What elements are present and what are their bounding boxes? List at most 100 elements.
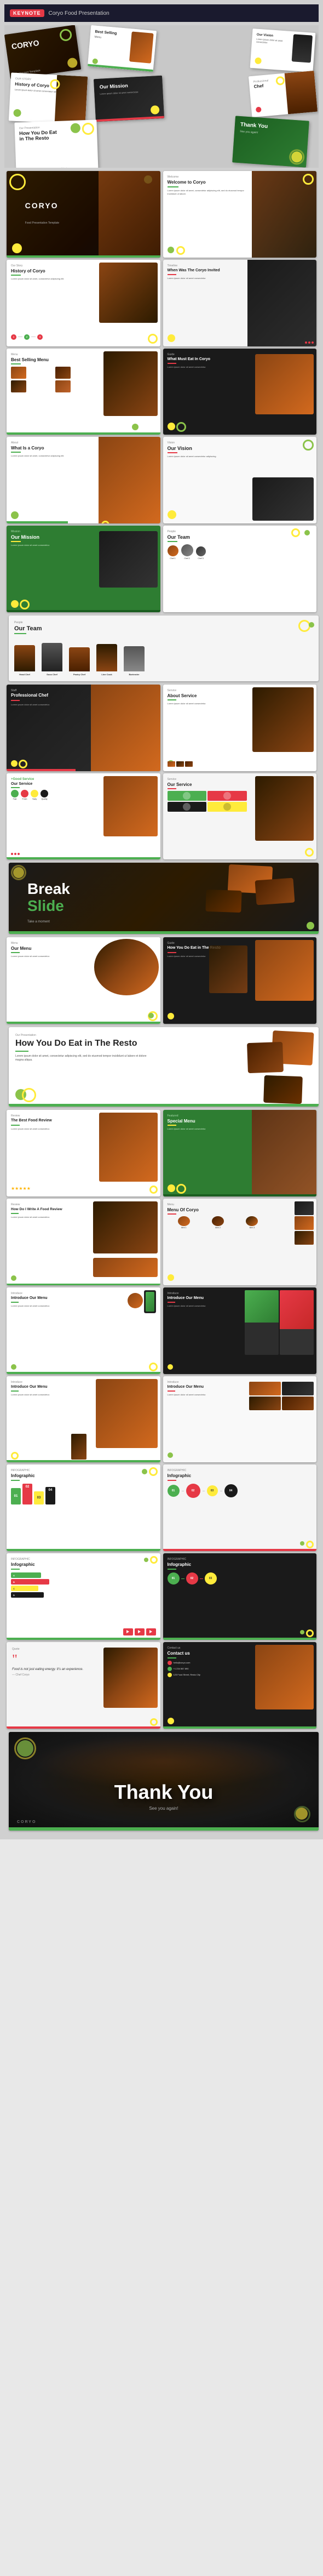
welcome-body: Lorem ipsum dolor sit amet, consectetur …	[168, 189, 247, 195]
keynote-badge: KEYNOTE	[10, 9, 44, 17]
what-eat-body: Lorem ipsum dolor sit amet consectetur.	[168, 366, 247, 369]
intro-menu-1-body: Lorem ipsum dolor sit amet consectetur.	[11, 1304, 90, 1308]
vision-title: Our Vision	[168, 446, 313, 451]
what-eat-title: What Must Eat In Coryo	[168, 357, 247, 362]
slide-our-menu: Menu Our Menu Lorem ipsum dolor sit amet…	[7, 937, 160, 1024]
vision-body: Lorem ipsum dolor sit amet consectetur a…	[168, 455, 255, 458]
break-slide-wrapper: BreakSlide Take a moment	[4, 860, 319, 936]
food-review-2-title: How Do I Write A Food Review	[11, 1207, 83, 1212]
team1-label: People	[168, 530, 313, 533]
app-title: Coryo Food Presentation	[49, 10, 109, 16]
our-menu-body: Lorem ipsum dolor sit amet consectetur.	[11, 955, 90, 958]
slide-history: Our Story History of Coryo Lorem ipsum d…	[7, 260, 160, 346]
infographic-1-title: Infographic	[11, 1473, 156, 1478]
slide-welcome: Welcome Welcome to Coryo Lorem ipsum dol…	[163, 171, 317, 258]
intro-menu-3-body: Lorem ipsum dolor sit amet consectetur.	[11, 1393, 90, 1397]
slide-infographic-1: Infographic Infographic 01 02 03 04	[7, 1464, 160, 1551]
how-wide-title: How You Do Eat in The Resto	[15, 1039, 149, 1048]
scattered-area: CORYO Restaurant Template Best Selling M…	[4, 25, 319, 168]
slide-about-service: Service About Service Lorem ipsum dolor …	[163, 685, 317, 771]
whatis-body: Lorem ipsum dolor sit amet, consectetur …	[11, 454, 90, 458]
thankyou-title: Thank You	[114, 1781, 214, 1804]
team2-label: People	[14, 621, 313, 624]
slide-row-12: Review The Best Food Review Lorem ipsum …	[4, 1109, 319, 1198]
scatter-slide-7: Our Presentation How You Do Eatin The Re…	[14, 119, 98, 168]
cover-tagline: Food Presentation Template	[25, 221, 59, 225]
vision-label: Vision	[168, 441, 313, 444]
best-food-title: The Best Food Review	[11, 1119, 98, 1123]
slide-row-3: Menu Best Selling Menu Guide What Must E…	[4, 347, 319, 436]
team1-title: Our Team	[168, 534, 313, 540]
slide-quote: Quote " Food is not just eating energy. …	[7, 1642, 160, 1729]
history-body: Lorem ipsum dolor sit amet, consectetur …	[11, 277, 98, 281]
contact-email: hello@coryo.com	[174, 1661, 191, 1664]
slide-best-food-review: Review The Best Food Review Lorem ipsum …	[7, 1110, 160, 1196]
slide-row-8: +Good Service Our Service Fast Fresh	[4, 772, 319, 861]
mission-body: Lorem ipsum dolor sit amet consectetur.	[11, 544, 98, 547]
intro-menu-2-body: Lorem ipsum dolor sit amet consectetur.	[168, 1304, 247, 1308]
prof-chef-body: Lorem ipsum dolor sit amet consectetur.	[11, 703, 50, 706]
slide-our-team-2: People Our Team Head Chef	[9, 615, 319, 681]
special-menu-body: Lorem ipsum dolor sit amet consectetur.	[168, 1127, 247, 1131]
slide-contact: Contact us Contact us hello@coryo.com +1…	[163, 1642, 317, 1729]
slide-infographic-4: Infographic Infographic 01 02 03	[163, 1553, 317, 1640]
infographic-4-title: Infographic	[168, 1562, 313, 1567]
how-wide-body: Lorem ipsum dolor sit amet, consectetur …	[15, 1055, 149, 1063]
infographic-3-title: Infographic	[11, 1562, 156, 1567]
infographic-2-label: Infographic	[168, 1469, 313, 1472]
slide-our-service: Service Our Service	[163, 773, 317, 860]
contact-phone: +1 234 567 890	[174, 1667, 189, 1670]
prof-chef-label: Staff	[11, 689, 16, 692]
slide-introduce-menu-2: Introduce Introduce Our Menu Lorem ipsum…	[163, 1287, 317, 1374]
slide-best-selling: Menu Best Selling Menu	[7, 349, 160, 435]
when-title: When Was The Coryo Invited	[168, 269, 240, 273]
intro-menu-4-body: Lorem ipsum dolor sit amet consectetur.	[168, 1393, 247, 1397]
menu-coryo-title: Menu Of Coryo	[168, 1207, 313, 1212]
break-subtitle: Take a moment	[27, 920, 50, 924]
slide-row-1: CORYO Food Presentation Template Welcome…	[4, 170, 319, 259]
slide-mission: Mission Our Mission Lorem ipsum dolor si…	[7, 526, 160, 612]
slide-infographic-2: Infographic Infographic 01 02 03 04	[163, 1464, 317, 1551]
page-wrapper: KEYNOTE Coryo Food Presentation CORYO Re…	[0, 0, 323, 1839]
slide-how-to-eat-wide: Our Presentation How You Do Eat in The R…	[9, 1027, 319, 1107]
team2-title: Our Team	[14, 625, 313, 632]
slide-row-16: Infographic Infographic 01 02 03 04	[4, 1463, 319, 1552]
slide-our-vision: Vision Our Vision Lorem ipsum dolor sit …	[163, 437, 317, 523]
slide-special-menu: Featured Special Menu Lorem ipsum dolor …	[163, 1110, 317, 1196]
slide-row-5: Mission Our Mission Lorem ipsum dolor si…	[4, 525, 319, 613]
slide-good-service: +Good Service Our Service Fast Fresh	[7, 773, 160, 860]
cover-brand: CORYO	[25, 201, 59, 210]
when-body: Lorem ipsum dolor sit amet consectetur.	[168, 277, 240, 280]
slide-menu-of-coryo: Menu Menu Of Coryo Item 1 Item 2 It	[163, 1199, 317, 1285]
slide-row-17: Infographic Infographic A B C D	[4, 1552, 319, 1641]
slide-row-2: Our Story History of Coryo Lorem ipsum d…	[4, 259, 319, 347]
scatter-slide-8: Thank You See you again!	[232, 116, 309, 167]
food-review-2-body: Lorem ipsum dolor sit amet consectetur.	[11, 1216, 83, 1219]
slide-how-to-eat-2: Guide How You Do Eat in The Resto Lorem …	[163, 937, 317, 1024]
slide-row-14: Introduce Introduce Our Menu Lorem ipsum…	[4, 1286, 319, 1375]
top-bar: KEYNOTE Coryo Food Presentation	[4, 4, 319, 22]
slide-break: BreakSlide Take a moment	[9, 863, 319, 934]
prof-chef-title: Professional Chef	[11, 693, 48, 698]
slide-row-4: About What Is a Coryo Lorem ipsum dolor …	[4, 436, 319, 525]
scatter-slide-4: Our Story History of Coryo Lorem ipsum d…	[9, 72, 88, 124]
slide-thank-you: Thank You See you again! CORYO	[9, 1732, 319, 1831]
about-svc-body: Lorem ipsum dolor sit amet consectetur.	[168, 702, 247, 705]
infographic-1-label: Infographic	[11, 1469, 156, 1472]
slide-row-7: Staff Professional Chef Lorem ipsum dolo…	[4, 683, 319, 772]
slide-what-is: About What Is a Coryo Lorem ipsum dolor …	[7, 437, 160, 523]
slide-row-6-wrapper: People Our Team Head Chef	[4, 613, 319, 683]
slide-food-review-2: Review How Do I Write A Food Review Lore…	[7, 1199, 160, 1285]
slide-infographic-3: Infographic Infographic A B C D	[7, 1553, 160, 1640]
slide-introduce-menu-1: Introduce Introduce Our Menu Lorem ipsum…	[7, 1287, 160, 1374]
infographic-4-label: Infographic	[168, 1558, 313, 1561]
slide-our-team-1: People Our Team Chef 1 Chef 2 Chef	[163, 526, 317, 612]
slide-row-13: Review How Do I Write A Food Review Lore…	[4, 1198, 319, 1286]
slide-row-18: Quote " Food is not just eating energy. …	[4, 1641, 319, 1730]
slide-row-11-wrapper: Our Presentation How You Do Eat in The R…	[4, 1025, 319, 1109]
thankyou-slide-wrapper: Thank You See you again! CORYO	[4, 1730, 319, 1835]
break-title: BreakSlide	[27, 881, 70, 915]
slide-row-15: Introduce Introduce Our Menu Lorem ipsum…	[4, 1375, 319, 1464]
scatter-slide-2: Best Selling Menu	[88, 25, 157, 72]
slide-introduce-menu-4: Introduce Introduce Our Menu Lorem ipsum…	[163, 1376, 317, 1463]
